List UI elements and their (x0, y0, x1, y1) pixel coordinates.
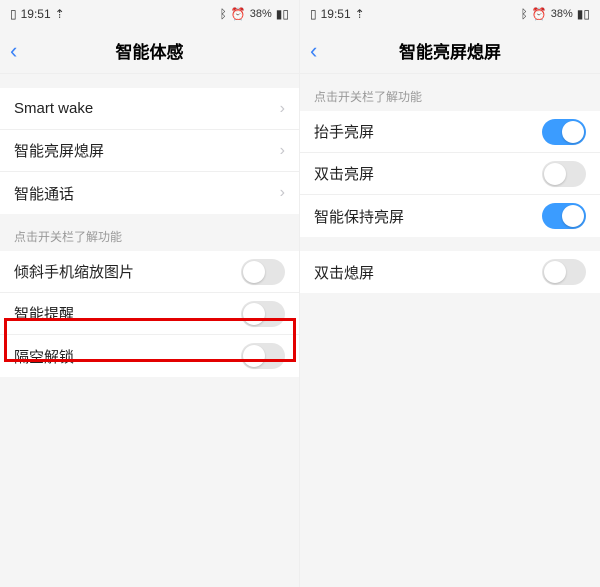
row-label: 智能保持亮屏 (314, 206, 542, 227)
list-row[interactable]: 智能亮屏熄屏› (0, 130, 299, 172)
alarm-icon: ⏰ (532, 8, 547, 20)
row-label: 双击熄屏 (314, 262, 542, 283)
battery-icon: ▮▯ (577, 8, 590, 20)
toggle-knob (544, 261, 566, 283)
gap (300, 237, 600, 251)
toggle-knob (562, 205, 584, 227)
battery-pct: 38% (551, 8, 573, 20)
row-label: Smart wake (14, 100, 280, 117)
row-label: 倾斜手机缩放图片 (14, 261, 241, 282)
list-row[interactable]: 智能通话› (0, 172, 299, 214)
alarm-icon: ⏰ (231, 8, 246, 20)
toggle-knob (243, 303, 265, 325)
row-label: 智能通话 (14, 183, 280, 204)
battery-icon: ▮▯ (276, 8, 289, 20)
list-row[interactable]: 隔空解锁 (0, 335, 299, 377)
chevron-right-icon: › (280, 184, 285, 202)
toggle-switch[interactable] (542, 161, 586, 187)
page-title: 智能体感 (0, 38, 299, 63)
chevron-right-icon: › (280, 100, 285, 118)
list-row[interactable]: 抬手亮屏 (300, 111, 600, 153)
row-label: 抬手亮屏 (314, 121, 542, 142)
list-row[interactable]: 双击亮屏 (300, 153, 600, 195)
list-row[interactable]: 倾斜手机缩放图片 (0, 251, 299, 293)
toggle-knob (544, 163, 566, 185)
back-button[interactable]: ‹ (310, 40, 317, 62)
page-title: 智能亮屏熄屏 (300, 38, 600, 63)
toggle-switch[interactable] (241, 259, 285, 285)
row-label: 隔空解锁 (14, 346, 241, 367)
screenshot-root: ▯ 19:51 ⇡ ᛒ ⏰ 38% ▮▯ ‹ 智能体感 Smart wake›智… (0, 0, 600, 587)
toggle-switch[interactable] (241, 343, 285, 369)
list-group-1: 抬手亮屏双击亮屏智能保持亮屏 (300, 111, 600, 237)
row-label: 双击亮屏 (314, 163, 542, 184)
gap (0, 74, 299, 88)
list-group-2: 双击熄屏 (300, 251, 600, 293)
status-time: 19:51 (21, 7, 51, 21)
list-row[interactable]: 智能保持亮屏 (300, 195, 600, 237)
chevron-right-icon: › (280, 142, 285, 160)
upload-icon: ⇡ (355, 8, 365, 20)
row-label: 智能提醒 (14, 303, 241, 324)
status-bar: ▯ 19:51 ⇡ ᛒ ⏰ 38% ▮▯ (300, 0, 600, 28)
section-header: 点击开关栏了解功能 (300, 74, 600, 111)
nav-bar: ‹ 智能体感 (0, 28, 299, 74)
status-bar: ▯ 19:51 ⇡ ᛒ ⏰ 38% ▮▯ (0, 0, 299, 28)
phone-left: ▯ 19:51 ⇡ ᛒ ⏰ 38% ▮▯ ‹ 智能体感 Smart wake›智… (0, 0, 300, 587)
list-row[interactable]: 双击熄屏 (300, 251, 600, 293)
sim-icon: ▯ (10, 8, 17, 20)
toggle-knob (243, 261, 265, 283)
list-row[interactable]: Smart wake› (0, 88, 299, 130)
section-header: 点击开关栏了解功能 (0, 214, 299, 251)
toggle-knob (562, 121, 584, 143)
toggle-knob (243, 345, 265, 367)
list-group-2: 倾斜手机缩放图片智能提醒隔空解锁 (0, 251, 299, 377)
toggle-switch[interactable] (542, 119, 586, 145)
nav-bar: ‹ 智能亮屏熄屏 (300, 28, 600, 74)
toggle-switch[interactable] (542, 203, 586, 229)
bluetooth-icon: ᛒ (521, 8, 528, 20)
phone-right: ▯ 19:51 ⇡ ᛒ ⏰ 38% ▮▯ ‹ 智能亮屏熄屏 点击开关栏了解功能 … (300, 0, 600, 587)
upload-icon: ⇡ (55, 8, 65, 20)
status-time: 19:51 (321, 7, 351, 21)
sim-icon: ▯ (310, 8, 317, 20)
list-group-1: Smart wake›智能亮屏熄屏›智能通话› (0, 88, 299, 214)
list-row[interactable]: 智能提醒 (0, 293, 299, 335)
back-button[interactable]: ‹ (10, 40, 17, 62)
bluetooth-icon: ᛒ (220, 8, 227, 20)
toggle-switch[interactable] (241, 301, 285, 327)
row-label: 智能亮屏熄屏 (14, 140, 280, 161)
toggle-switch[interactable] (542, 259, 586, 285)
battery-pct: 38% (250, 8, 272, 20)
